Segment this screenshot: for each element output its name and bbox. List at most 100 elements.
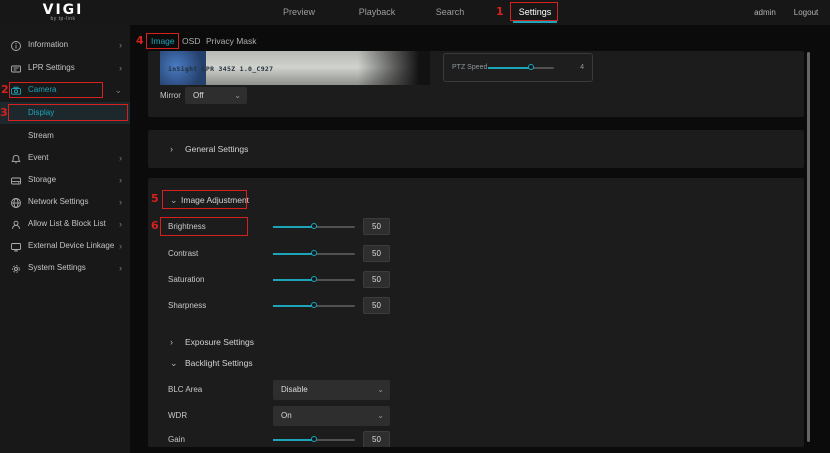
brightness-slider[interactable] xyxy=(273,223,355,229)
gain-slider-handle[interactable] xyxy=(311,436,317,442)
chevron-down-icon: ⌄ xyxy=(377,385,384,394)
user-name[interactable]: admin xyxy=(748,0,782,25)
backlight-settings-header[interactable]: Backlight Settings xyxy=(185,354,253,372)
sidebar-item-label: Allow List & Block List xyxy=(28,219,106,228)
sharpness-slider-handle[interactable] xyxy=(311,302,317,308)
contrast-value[interactable]: 50 xyxy=(363,245,390,262)
sidebar-item-label: External Device Linkage xyxy=(28,241,115,250)
sidebar-item-event[interactable]: Event › xyxy=(0,147,130,169)
chevron-right-icon: › xyxy=(119,219,122,229)
callout-number-4: 4 xyxy=(136,34,144,47)
ptz-speed-slider[interactable] xyxy=(488,64,554,70)
top-bar: VIGI by tp-link Preview Playback Search … xyxy=(0,0,830,25)
sidebar-item-stream[interactable]: Stream xyxy=(0,125,130,147)
storage-disk-icon xyxy=(10,174,22,186)
brightness-value[interactable]: 50 xyxy=(363,218,390,235)
sidebar-item-label: Storage xyxy=(28,175,57,184)
sidebar-item-camera[interactable]: Camera ⌄ xyxy=(0,79,130,101)
sidebar-item-label: System Settings xyxy=(28,263,86,272)
sidebar-item-allow-block-list[interactable]: Allow List & Block List › xyxy=(0,213,130,235)
ptz-speed-value: 4 xyxy=(580,64,584,71)
blc-area-dropdown[interactable]: Disable ⌄ xyxy=(273,380,390,400)
sidebar-item-label: Network Settings xyxy=(28,197,89,206)
sidebar-item-external-device-linkage[interactable]: External Device Linkage › xyxy=(0,235,130,257)
nav-playback[interactable]: Playback xyxy=(347,0,407,25)
brightness-label: Brightness xyxy=(168,222,206,231)
vigi-logo: VIGI by tp-link xyxy=(28,2,98,22)
gain-slider[interactable] xyxy=(273,436,355,442)
sidebar-item-label: Event xyxy=(28,153,49,162)
general-settings-header[interactable]: General Settings xyxy=(185,130,248,168)
mirror-dropdown[interactable]: Off ⌄ xyxy=(185,87,247,104)
callout-number-1: 1 xyxy=(496,5,504,18)
preview-settings-card: inSight LPR 345Z 1.0_C927 PTZ Speed 4 Mi… xyxy=(148,51,804,117)
tab-image[interactable]: Image xyxy=(151,33,175,49)
callout-number-6: 6 xyxy=(151,219,159,232)
blc-area-dropdown-value: Disable xyxy=(281,385,308,394)
saturation-slider[interactable] xyxy=(273,276,355,282)
sidebar-item-system-settings[interactable]: System Settings › xyxy=(0,257,130,279)
saturation-value[interactable]: 50 xyxy=(363,271,390,288)
gain-label: Gain xyxy=(168,435,185,444)
settings-active-underline xyxy=(513,21,557,23)
mirror-label: Mirror xyxy=(160,91,181,100)
callout-number-3: 3 xyxy=(0,106,8,119)
chevron-right-icon: › xyxy=(119,175,122,185)
wdr-dropdown[interactable]: On ⌄ xyxy=(273,406,390,426)
person-icon xyxy=(10,218,22,230)
sidebar-item-information[interactable]: Information › xyxy=(0,34,130,56)
sidebar-item-label: Camera xyxy=(28,85,57,94)
lpr-card-icon xyxy=(10,62,22,74)
device-monitor-icon xyxy=(10,240,22,252)
chevron-right-icon: › xyxy=(119,40,122,50)
logout-button[interactable]: Logout xyxy=(788,0,824,25)
ptz-slider-handle[interactable] xyxy=(527,64,534,70)
sidebar-item-label: Display xyxy=(28,108,55,117)
vigi-logo-subtext: by tp-link xyxy=(50,16,76,22)
sharpness-label: Sharpness xyxy=(168,301,207,310)
sidebar-item-display[interactable]: Display xyxy=(0,102,130,124)
content-scrollbar[interactable] xyxy=(807,52,810,442)
preview-overlay-text: inSight LPR 345Z 1.0_C927 xyxy=(168,65,274,73)
chevron-down-icon: ⌄ xyxy=(170,195,178,205)
sidebar-item-storage[interactable]: Storage › xyxy=(0,169,130,191)
ptz-speed-panel: PTZ Speed 4 xyxy=(443,53,593,82)
chevron-down-icon: ⌄ xyxy=(377,411,384,420)
sidebar-item-label: LPR Settings xyxy=(28,63,75,72)
chevron-right-icon: › xyxy=(170,144,173,154)
chevron-down-icon: ⌄ xyxy=(114,85,122,95)
image-adjustment-header[interactable]: Image Adjustment xyxy=(181,191,249,209)
saturation-slider-handle[interactable] xyxy=(311,276,317,282)
callout-number-2: 2 xyxy=(1,83,9,96)
blc-area-label: BLC Area xyxy=(168,385,203,394)
sharpness-value[interactable]: 50 xyxy=(363,297,390,314)
chevron-down-icon: ⌄ xyxy=(234,91,241,100)
sidebar-item-lpr-settings[interactable]: LPR Settings › xyxy=(0,57,130,79)
callout-number-5: 5 xyxy=(151,192,159,205)
wdr-label: WDR xyxy=(168,411,188,420)
video-preview[interactable]: inSight LPR 345Z 1.0_C927 xyxy=(160,51,430,85)
sidebar-item-network-settings[interactable]: Network Settings › xyxy=(0,191,130,213)
contrast-slider[interactable] xyxy=(273,250,355,256)
gear-icon xyxy=(10,262,22,274)
info-icon xyxy=(10,39,22,51)
chevron-down-icon: ⌄ xyxy=(170,358,178,368)
nav-search[interactable]: Search xyxy=(420,0,480,25)
gain-value[interactable]: 50 xyxy=(363,431,390,447)
tab-osd[interactable]: OSD xyxy=(182,33,200,49)
brightness-slider-handle[interactable] xyxy=(311,223,317,229)
event-bell-icon xyxy=(10,152,22,164)
sidebar-item-label: Stream xyxy=(28,131,54,140)
globe-icon xyxy=(10,196,22,208)
saturation-label: Saturation xyxy=(168,275,205,284)
exposure-settings-header[interactable]: Exposure Settings xyxy=(185,333,254,351)
wdr-dropdown-value: On xyxy=(281,411,292,420)
chevron-right-icon: › xyxy=(119,263,122,273)
sharpness-slider[interactable] xyxy=(273,302,355,308)
tab-privacy-mask[interactable]: Privacy Mask xyxy=(206,33,257,49)
nav-preview[interactable]: Preview xyxy=(269,0,329,25)
contrast-slider-handle[interactable] xyxy=(311,250,317,256)
mirror-dropdown-value: Off xyxy=(193,91,204,100)
chevron-right-icon: › xyxy=(119,63,122,73)
sidebar: Information › LPR Settings › Camera ⌄ Di… xyxy=(0,25,130,453)
